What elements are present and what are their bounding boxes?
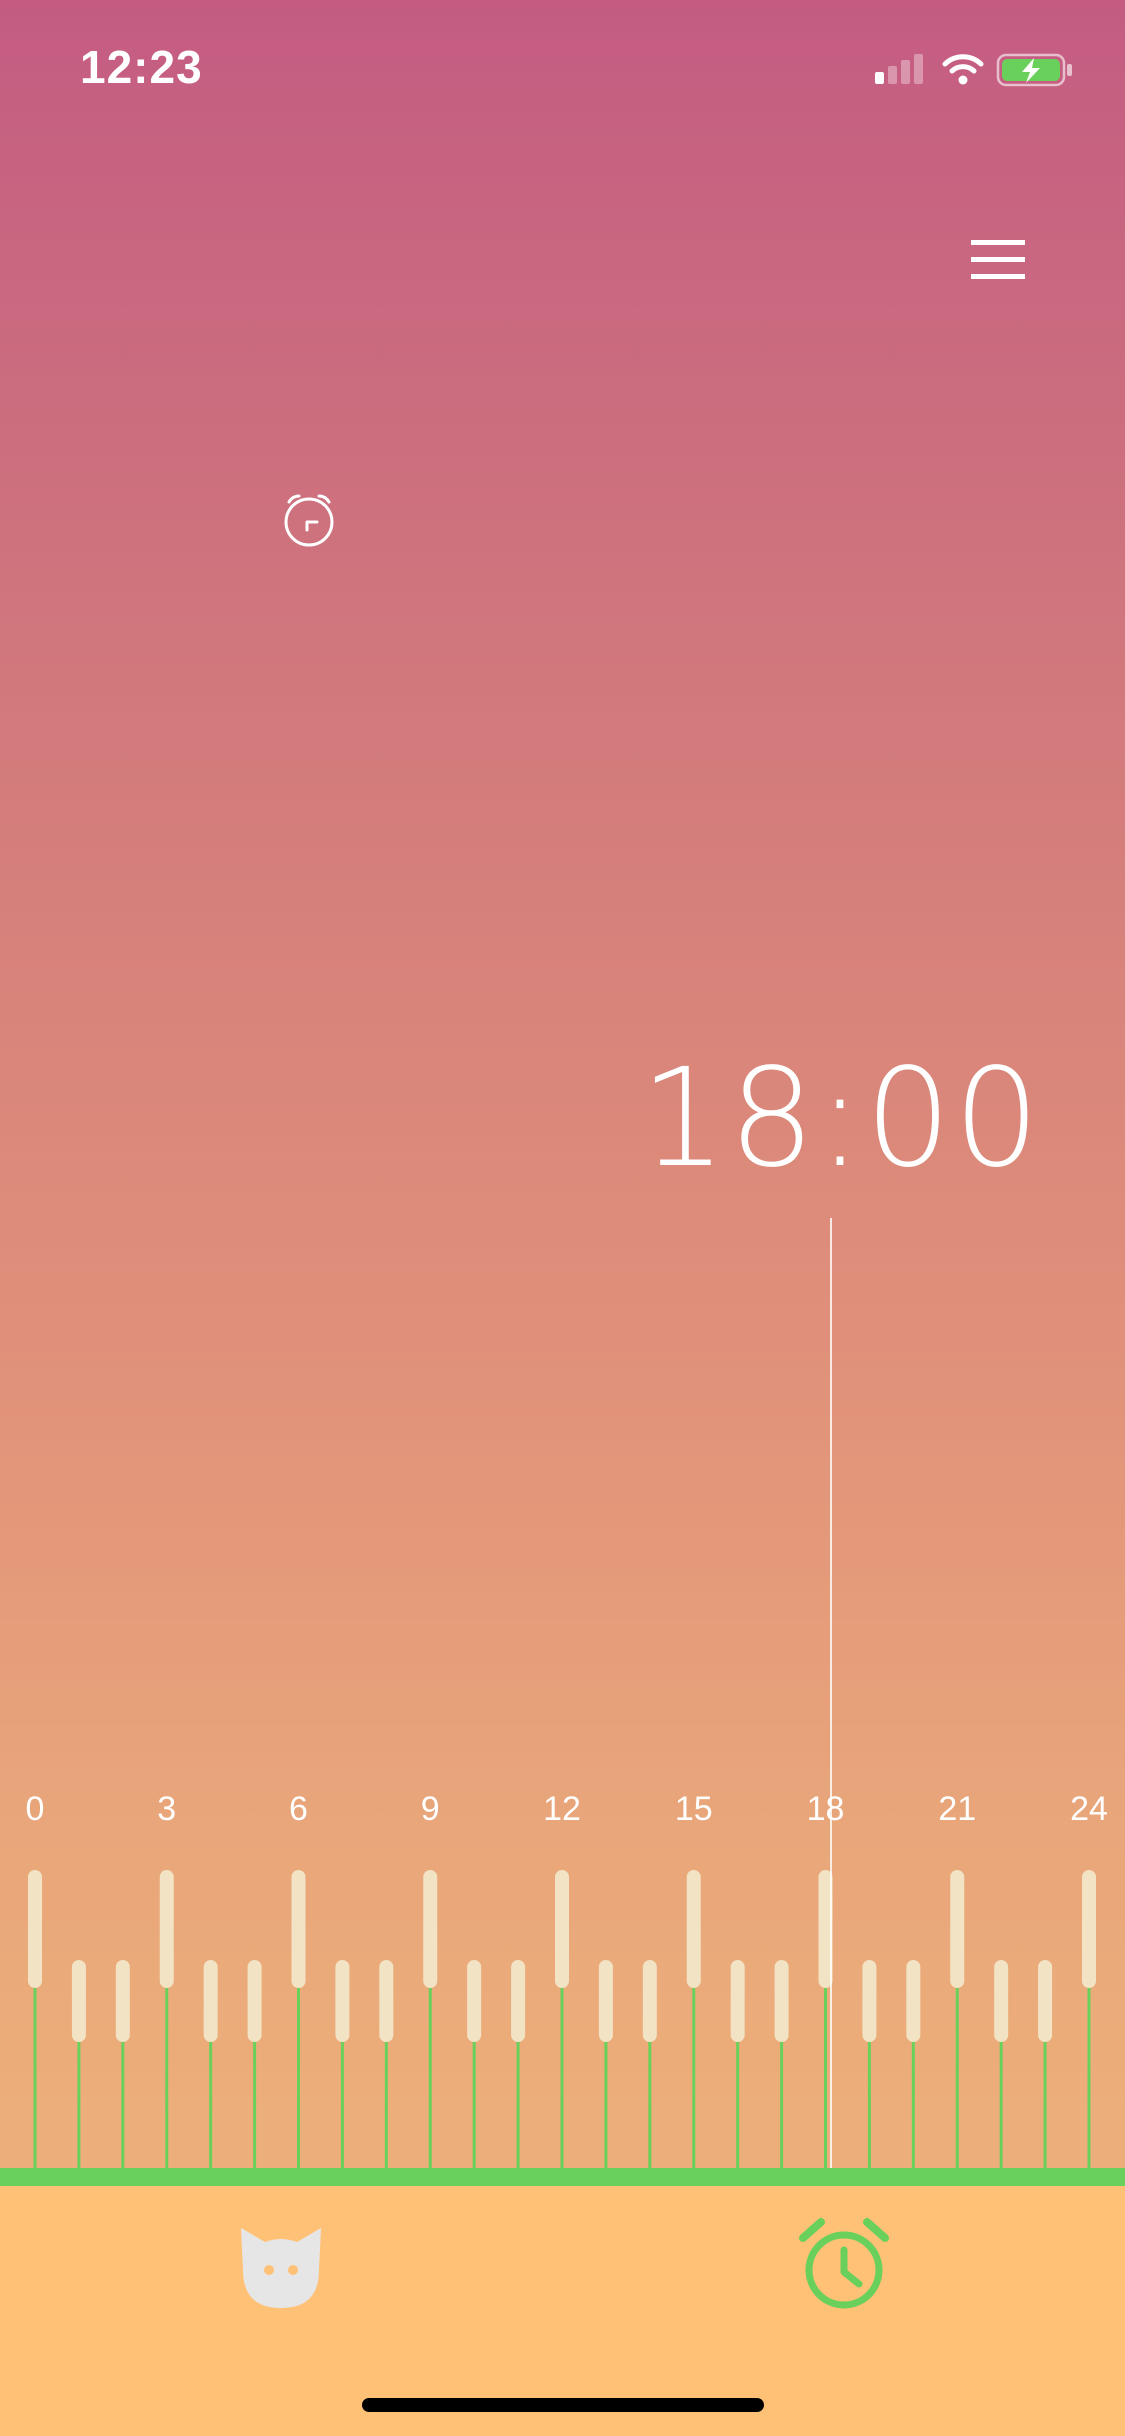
status-time: 12:23 bbox=[80, 41, 203, 93]
minor-hour-tick[interactable] bbox=[598, 1960, 613, 2042]
minor-hour-tick[interactable] bbox=[730, 1960, 745, 2042]
major-hour-tick[interactable] bbox=[291, 1870, 306, 1988]
minor-hour-tick[interactable] bbox=[247, 1960, 262, 2042]
minor-hour-tick[interactable] bbox=[467, 1960, 482, 2042]
minor-hour-tick[interactable] bbox=[862, 1960, 877, 2042]
minor-hour-tick[interactable] bbox=[203, 1960, 218, 2042]
hour-label: 9 bbox=[421, 1790, 440, 1828]
hour-label: 0 bbox=[26, 1790, 45, 1828]
minor-hour-tick[interactable] bbox=[1038, 1960, 1053, 2042]
minor-hour-tick[interactable] bbox=[642, 1960, 657, 2042]
tab-alarm[interactable] bbox=[797, 2214, 891, 2314]
alarm-clock-icon bbox=[284, 494, 334, 547]
time-cursor-line[interactable] bbox=[830, 1218, 832, 2168]
wifi-icon bbox=[942, 54, 984, 85]
minor-hour-tick[interactable] bbox=[115, 1960, 130, 2042]
minor-hour-tick[interactable] bbox=[511, 1960, 526, 2042]
hour-label: 21 bbox=[938, 1790, 976, 1828]
timeline-baseline bbox=[0, 2168, 1125, 2186]
alarm-screen: 12:23 18:00 0 3 6 9 12 15 18 21 24 bbox=[0, 0, 1125, 2436]
major-hour-tick[interactable] bbox=[159, 1870, 174, 1988]
menu-button[interactable] bbox=[963, 232, 1033, 288]
hour-label: 12 bbox=[543, 1790, 581, 1828]
status-icons bbox=[875, 53, 1072, 87]
battery-charging-icon bbox=[996, 53, 1072, 87]
major-hour-tick[interactable] bbox=[555, 1870, 569, 1988]
tab-cat[interactable] bbox=[233, 2220, 329, 2310]
major-hour-tick[interactable] bbox=[1082, 1870, 1096, 1988]
hour-label: 3 bbox=[157, 1790, 176, 1828]
minor-hour-tick[interactable] bbox=[994, 1960, 1009, 2042]
home-indicator bbox=[362, 2398, 764, 2412]
hour-label: 6 bbox=[289, 1790, 308, 1828]
minor-hour-tick[interactable] bbox=[379, 1960, 394, 2042]
minor-hour-tick[interactable] bbox=[906, 1960, 921, 2042]
major-hour-tick[interactable] bbox=[686, 1870, 701, 1988]
hour-label: 15 bbox=[675, 1790, 713, 1828]
major-hour-tick[interactable] bbox=[423, 1870, 438, 1988]
hour-label: 24 bbox=[1070, 1790, 1108, 1828]
minor-hour-tick[interactable] bbox=[71, 1960, 86, 2042]
hamburger-menu-icon bbox=[971, 240, 1025, 279]
minor-hour-tick[interactable] bbox=[774, 1960, 789, 2042]
minor-hour-tick[interactable] bbox=[335, 1960, 350, 2042]
hour-label: 18 bbox=[807, 1790, 845, 1828]
major-hour-tick[interactable] bbox=[28, 1870, 42, 1988]
cellular-signal-icon bbox=[875, 54, 923, 84]
selected-time-display: 18:00 bbox=[640, 1040, 1042, 1198]
major-hour-tick[interactable] bbox=[950, 1870, 965, 1988]
cat-face-icon bbox=[241, 2228, 321, 2308]
alarm-indicator[interactable] bbox=[279, 490, 339, 550]
alarm-clock-icon bbox=[799, 2218, 889, 2309]
hour-timeline-slider[interactable]: 0 3 6 9 12 15 18 21 24 bbox=[0, 1770, 1125, 2170]
